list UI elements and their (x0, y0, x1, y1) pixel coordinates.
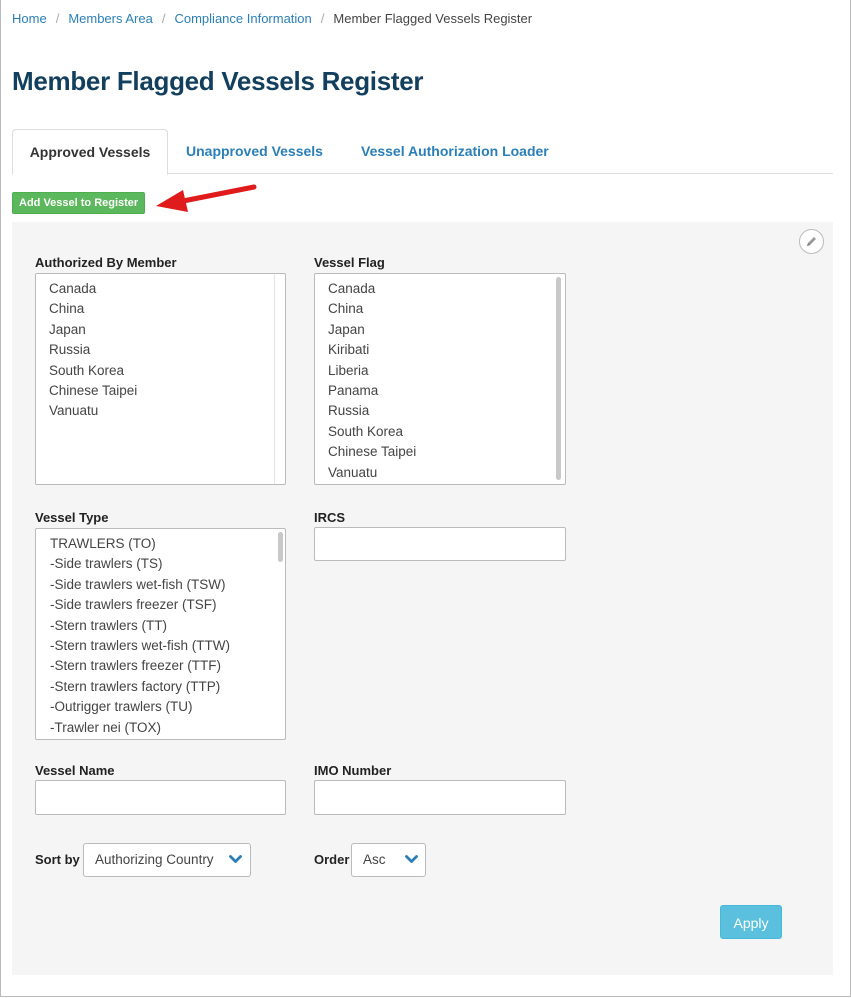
ircs-input[interactable] (314, 527, 566, 561)
add-vessel-button[interactable]: Add Vessel to Register (12, 192, 146, 214)
list-option[interactable]: -Outrigger trawlers (TU) (36, 697, 285, 717)
list-option[interactable]: Panama (315, 381, 565, 401)
pencil-icon (807, 237, 816, 246)
list-option[interactable]: China (36, 299, 285, 319)
list-option[interactable]: Russia (315, 401, 565, 421)
red-arrow-annotation (156, 184, 257, 212)
tab-vessel-authorization-loader[interactable]: Vessel Authorization Loader (361, 129, 549, 173)
vessel-type-list[interactable]: TRAWLERS (TO) -Side trawlers (TS) -Side … (35, 528, 286, 740)
order-label: Order (314, 852, 350, 867)
sort-by-label: Sort by (35, 852, 80, 867)
list-option[interactable]: South Korea (36, 361, 285, 381)
order-select[interactable]: Asc (351, 843, 426, 877)
imo-number-input[interactable] (314, 780, 566, 815)
breadcrumb-compliance-information[interactable]: Compliance Information (174, 11, 311, 26)
list-option[interactable]: -Stern trawlers factory (TTP) (36, 677, 285, 697)
breadcrumb-separator: / (55, 11, 60, 26)
breadcrumb-current: Member Flagged Vessels Register (333, 11, 533, 26)
vessel-flag-list[interactable]: Canada China Japan Kiribati Liberia Pana… (314, 273, 566, 485)
list-option[interactable]: China (315, 299, 565, 319)
vessel-type-label: Vessel Type (35, 510, 109, 525)
list-option[interactable]: -Side trawlers freezer (TSF) (36, 595, 285, 615)
vessel-name-label: Vessel Name (35, 763, 115, 778)
list-option[interactable]: -Stern trawlers wet-fish (TTW) (36, 636, 285, 656)
sort-by-select[interactable]: Authorizing Country (83, 843, 251, 877)
list-option[interactable]: -Stern trawlers freezer (TTF) (36, 656, 285, 676)
authorized-by-member-list[interactable]: Canada China Japan Russia South Korea Ch… (35, 273, 286, 485)
list-option[interactable]: Russia (36, 340, 285, 360)
list-option[interactable]: Vanuatu (36, 401, 285, 421)
page-title: Member Flagged Vessels Register (12, 66, 424, 96)
authorized-by-member-label: Authorized By Member (35, 255, 177, 270)
list-option[interactable]: Kiribati (315, 340, 565, 360)
list-option[interactable]: -Side trawlers (TS) (36, 554, 285, 574)
breadcrumb: Home / Members Area / Compliance Information… (12, 11, 532, 26)
list-option[interactable]: -Side trawlers wet-fish (TSW) (36, 575, 285, 595)
scrollbar-thumb[interactable] (278, 532, 283, 562)
list-option[interactable]: Vanuatu (315, 463, 565, 483)
order-value: Asc (363, 852, 386, 867)
list-option[interactable]: Japan (315, 320, 565, 340)
breadcrumb-separator: / (320, 11, 325, 26)
breadcrumb-separator: / (161, 11, 166, 26)
apply-button[interactable]: Apply (720, 905, 782, 939)
vessel-flag-label: Vessel Flag (314, 255, 385, 270)
vessel-name-input[interactable] (35, 780, 286, 815)
chevron-down-icon (405, 855, 418, 863)
list-option[interactable]: TRAWLERS (TO) (36, 534, 285, 554)
imo-number-label: IMO Number (314, 763, 392, 778)
tab-bar: Approved Vessels Unapproved Vessels Vess… (12, 129, 833, 175)
list-option[interactable]: -Trawler nei (TOX) (36, 718, 285, 738)
list-option[interactable]: South Korea (315, 422, 565, 442)
scrollbar-thumb[interactable] (556, 277, 561, 480)
edit-button[interactable] (799, 229, 824, 254)
chevron-down-icon (229, 855, 242, 863)
breadcrumb-home[interactable]: Home (12, 11, 47, 26)
breadcrumb-members-area[interactable]: Members Area (68, 11, 153, 26)
list-option[interactable]: Canada (36, 279, 285, 299)
list-option[interactable]: Chinese Taipei (36, 381, 285, 401)
scrollbar-track (274, 274, 275, 484)
list-option[interactable]: Chinese Taipei (315, 442, 565, 462)
ircs-label: IRCS (314, 510, 346, 525)
list-option[interactable]: Liberia (315, 361, 565, 381)
sort-by-value: Authorizing Country (95, 852, 214, 867)
tab-unapproved-vessels[interactable]: Unapproved Vessels (186, 129, 323, 173)
list-option[interactable]: Canada (315, 279, 565, 299)
list-option[interactable]: -Stern trawlers (TT) (36, 616, 285, 636)
list-option[interactable]: Japan (36, 320, 285, 340)
tab-approved-vessels[interactable]: Approved Vessels (12, 129, 168, 175)
